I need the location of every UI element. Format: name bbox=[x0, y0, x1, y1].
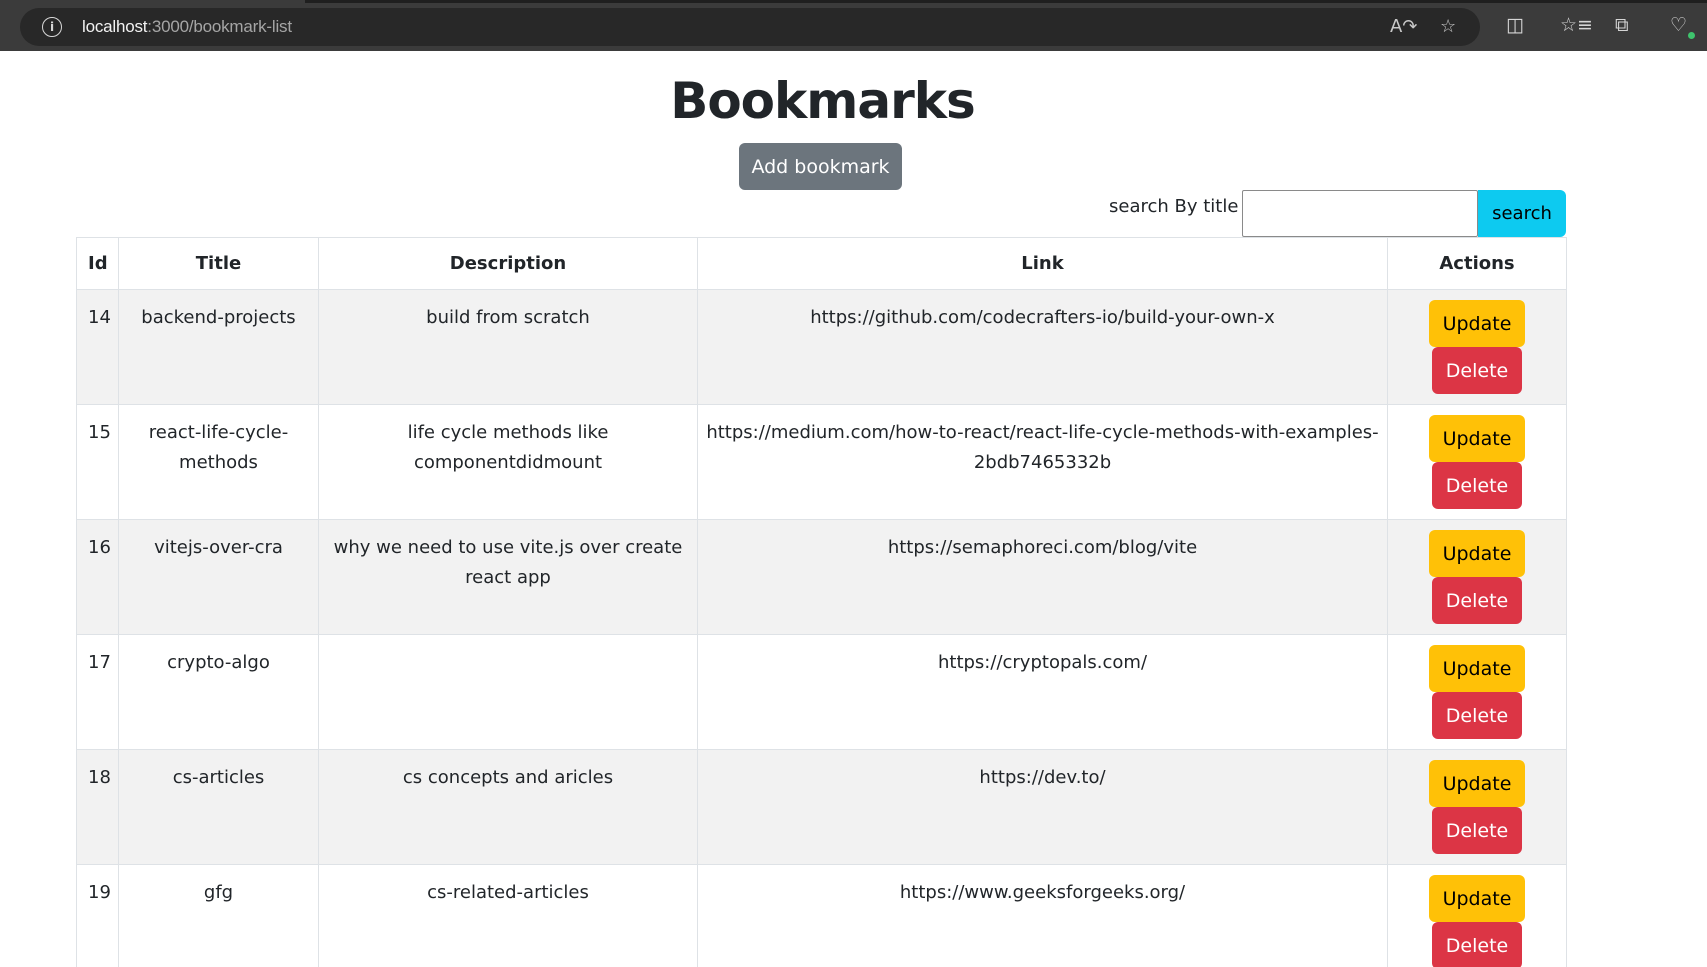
favorites-icon[interactable]: ☆≡ bbox=[1560, 15, 1593, 35]
cell-link: https://www.geeksforgeeks.org/ bbox=[697, 864, 1388, 967]
cell-title: cs-articles bbox=[118, 749, 319, 865]
url-host: localhost bbox=[82, 17, 148, 36]
cell-id: 19 bbox=[76, 864, 119, 967]
header-description: Description bbox=[318, 237, 698, 290]
cell-description: life cycle methods like componentdidmoun… bbox=[318, 404, 698, 520]
favorite-star-icon[interactable]: ☆ bbox=[1440, 18, 1456, 36]
url-text[interactable]: localhost:3000/bookmark-list bbox=[82, 17, 292, 37]
address-bar[interactable]: i localhost:3000/bookmark-list A↷ ☆ bbox=[20, 8, 1480, 46]
cell-link: https://cryptopals.com/ bbox=[697, 634, 1388, 750]
update-button[interactable]: Update bbox=[1429, 415, 1525, 462]
cell-id: 18 bbox=[76, 749, 119, 865]
cell-id: 16 bbox=[76, 519, 119, 635]
browser-essentials-icon[interactable]: ♡ bbox=[1670, 15, 1687, 35]
bookmarks-table: Id Title Description Link Actions 14 bac… bbox=[76, 237, 1567, 967]
page-title: Bookmarks bbox=[670, 72, 976, 130]
cell-description: cs-related-articles bbox=[318, 864, 698, 967]
cell-actions: Update Delete bbox=[1387, 519, 1567, 635]
cell-actions: Update Delete bbox=[1387, 634, 1567, 750]
update-button[interactable]: Update bbox=[1429, 645, 1525, 692]
cell-actions: Update Delete bbox=[1387, 289, 1567, 405]
header-title: Title bbox=[118, 237, 319, 290]
split-screen-icon[interactable]: ◫ bbox=[1506, 15, 1524, 35]
info-icon[interactable]: i bbox=[42, 17, 62, 37]
search-input[interactable] bbox=[1242, 190, 1478, 237]
update-button[interactable]: Update bbox=[1429, 530, 1525, 577]
cell-link: https://semaphoreci.com/blog/vite bbox=[697, 519, 1388, 635]
delete-button[interactable]: Delete bbox=[1432, 922, 1522, 967]
delete-button[interactable]: Delete bbox=[1432, 577, 1522, 624]
delete-button[interactable]: Delete bbox=[1432, 347, 1522, 394]
table-row: 15 react-life-cycle-methods life cycle m… bbox=[76, 404, 1567, 520]
cell-description: why we need to use vite.js over create r… bbox=[318, 519, 698, 635]
cell-link: https://dev.to/ bbox=[697, 749, 1388, 865]
cell-actions: Update Delete bbox=[1387, 749, 1567, 865]
table-row: 16 vitejs-over-cra why we need to use vi… bbox=[76, 519, 1567, 635]
table-row: 18 cs-articles cs concepts and aricles h… bbox=[76, 749, 1567, 865]
cell-id: 14 bbox=[76, 289, 119, 405]
cell-actions: Update Delete bbox=[1387, 404, 1567, 520]
header-link: Link bbox=[697, 237, 1388, 290]
cell-link: https://medium.com/how-to-react/react-li… bbox=[697, 404, 1388, 520]
delete-button[interactable]: Delete bbox=[1432, 462, 1522, 509]
read-aloud-icon[interactable]: A↷ bbox=[1390, 18, 1417, 36]
cell-link: https://github.com/codecrafters-io/build… bbox=[697, 289, 1388, 405]
search-button[interactable]: search bbox=[1478, 190, 1566, 237]
header-actions: Actions bbox=[1387, 237, 1567, 290]
cell-id: 17 bbox=[76, 634, 119, 750]
cell-description: build from scratch bbox=[318, 289, 698, 405]
status-dot bbox=[1688, 32, 1695, 39]
tab-strip-edge bbox=[305, 0, 1707, 3]
cell-actions: Update Delete bbox=[1387, 864, 1567, 967]
cell-title: vitejs-over-cra bbox=[118, 519, 319, 635]
update-button[interactable]: Update bbox=[1429, 760, 1525, 807]
browser-toolbar: i localhost:3000/bookmark-list A↷ ☆ ◫ ☆≡… bbox=[0, 0, 1707, 51]
cell-id: 15 bbox=[76, 404, 119, 520]
cell-title: backend-projects bbox=[118, 289, 319, 405]
table-row: 14 backend-projects build from scratch h… bbox=[76, 289, 1567, 405]
table-header-row: Id Title Description Link Actions bbox=[76, 237, 1567, 290]
delete-button[interactable]: Delete bbox=[1432, 692, 1522, 739]
add-bookmark-button[interactable]: Add bookmark bbox=[739, 143, 902, 190]
url-path: :3000/bookmark-list bbox=[147, 17, 292, 36]
update-button[interactable]: Update bbox=[1429, 875, 1525, 922]
update-button[interactable]: Update bbox=[1429, 300, 1525, 347]
cell-description: cs concepts and aricles bbox=[318, 749, 698, 865]
table-row: 17 crypto-algo https://cryptopals.com/ U… bbox=[76, 634, 1567, 750]
cell-description bbox=[318, 634, 698, 750]
search-label: search By title : bbox=[1109, 196, 1251, 217]
table-row: 19 gfg cs-related-articles https://www.g… bbox=[76, 864, 1567, 967]
cell-title: react-life-cycle-methods bbox=[118, 404, 319, 520]
delete-button[interactable]: Delete bbox=[1432, 807, 1522, 854]
cell-title: crypto-algo bbox=[118, 634, 319, 750]
cell-title: gfg bbox=[118, 864, 319, 967]
collections-icon[interactable]: ⧉ bbox=[1615, 15, 1629, 35]
header-id: Id bbox=[76, 237, 119, 290]
